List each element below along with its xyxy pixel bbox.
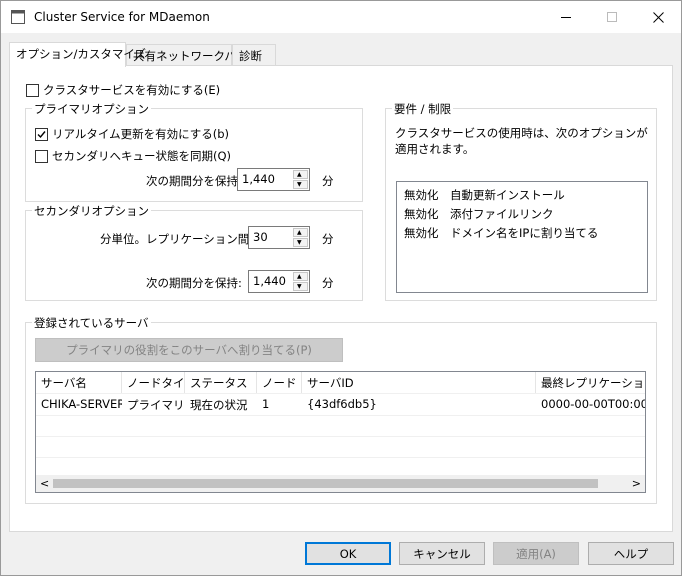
interval-value: 30	[253, 230, 268, 244]
servers-table[interactable]: サーバ名 ノードタイプ ステータス ノード # サーバID 最終レプリケーション…	[35, 371, 646, 493]
column-header[interactable]: 最終レプリケーション	[536, 372, 645, 393]
column-header[interactable]: ステータス	[185, 372, 257, 393]
registered-servers-group: 登録されているサーバ プライマリの役割をこのサーバへ割り当てる(P) サーバ名 …	[25, 315, 657, 504]
requirements-title: 要件 / 制限	[392, 101, 454, 117]
triangle-up-icon: ▲	[297, 171, 302, 178]
app-icon	[11, 10, 25, 24]
help-button[interactable]: ヘルプ	[588, 542, 674, 565]
window-title: Cluster Service for MDaemon	[34, 10, 210, 24]
spin-down-button[interactable]: ▼	[293, 282, 308, 291]
sync-queue-checkbox[interactable]: セカンダリへキュー状態を同期(Q)	[35, 148, 231, 164]
assign-primary-button[interactable]: プライマリの役割をこのサーバへ割り当てる(P)	[35, 338, 343, 362]
interval-stepper[interactable]: 30 ▲ ▼	[248, 226, 310, 249]
enable-cluster-checkbox[interactable]: クラスタサービスを有効にする(E)	[26, 82, 220, 98]
spin-down-button[interactable]: ▼	[293, 180, 308, 189]
spin-up-button[interactable]: ▲	[293, 272, 308, 281]
triangle-down-icon: ▼	[297, 239, 302, 246]
cancel-button[interactable]: キャンセル	[399, 542, 485, 565]
close-icon	[652, 11, 664, 23]
apply-button[interactable]: 適用(A)	[493, 542, 579, 565]
list-item: 無効化 ドメイン名をIPに割り当てる	[404, 226, 599, 240]
table-cell: 1	[262, 397, 270, 411]
triangle-up-icon: ▲	[297, 229, 302, 236]
list-item: 無効化 添付ファイルリンク	[404, 207, 554, 221]
checkmark-icon	[37, 130, 46, 138]
column-header[interactable]: サーバID	[302, 372, 536, 393]
tab-options[interactable]: オプション/カスタマイズ	[9, 42, 146, 67]
column-header[interactable]: ノード #	[257, 372, 302, 393]
minimize-icon	[560, 16, 571, 18]
row-divider	[36, 457, 645, 458]
triangle-down-icon: ▼	[297, 283, 302, 290]
maximize-icon	[606, 11, 617, 22]
triangle-up-icon: ▲	[297, 273, 302, 280]
primary-retain-stepper[interactable]: 1,440 ▲ ▼	[237, 168, 310, 191]
scroll-right-icon[interactable]: >	[632, 477, 641, 490]
column-header[interactable]: ノードタイプ	[122, 372, 185, 393]
enable-cluster-label: クラスタサービスを有効にする(E)	[43, 83, 221, 97]
checkbox-box	[26, 83, 39, 97]
requirements-group: 要件 / 制限 クラスタサービスの使用時は、次のオプションが適用されます。 無効…	[385, 101, 657, 301]
title-bar: Cluster Service for MDaemon	[1, 1, 681, 33]
row-divider	[36, 415, 645, 416]
maximize-button[interactable]	[589, 1, 635, 33]
spin-up-button[interactable]: ▲	[293, 228, 308, 237]
scrollbar-thumb[interactable]	[53, 479, 598, 488]
table-cell: 0000-00-00T00:00:00	[541, 397, 645, 411]
sync-queue-label: セカンダリへキュー状態を同期(Q)	[52, 149, 232, 163]
table-cell: 現在の状況	[190, 398, 248, 412]
checkbox-box	[35, 127, 48, 141]
secondary-retain-stepper[interactable]: 1,440 ▲ ▼	[248, 270, 310, 293]
primary-retain-value: 1,440	[242, 172, 275, 186]
primary-retain-unit: 分	[322, 174, 334, 188]
minimize-button[interactable]	[543, 1, 589, 33]
horizontal-scrollbar[interactable]: < >	[36, 475, 645, 492]
spin-up-button[interactable]: ▲	[293, 170, 308, 179]
registered-servers-title: 登録されているサーバ	[32, 315, 151, 331]
column-header[interactable]: サーバ名	[36, 372, 122, 393]
secondary-retain-unit: 分	[322, 276, 334, 290]
secondary-options-group: セカンダリオプション 分単位。レプリケーション間隔: 30 ▲ ▼ 分 次の期間…	[25, 203, 363, 301]
checkbox-box	[35, 149, 48, 163]
realtime-update-checkbox[interactable]: リアルタイム更新を有効にする(b)	[35, 126, 229, 142]
primary-retain-label: 次の期間分を保持:	[146, 174, 242, 188]
requirements-description: クラスタサービスの使用時は、次のオプションが適用されます。	[395, 126, 648, 156]
interval-label: 分単位。レプリケーション間隔:	[100, 232, 265, 246]
ok-button[interactable]: OK	[305, 542, 391, 565]
table-cell: プライマリ	[127, 398, 185, 412]
spin-down-button[interactable]: ▼	[293, 238, 308, 247]
secondary-retain-value: 1,440	[253, 274, 286, 288]
list-item: 無効化 自動更新インストール	[404, 188, 565, 202]
triangle-down-icon: ▼	[297, 181, 302, 188]
table-cell: CHIKA-SERVER	[41, 397, 122, 411]
realtime-update-label: リアルタイム更新を有効にする(b)	[52, 127, 230, 141]
secondary-options-title: セカンダリオプション	[32, 203, 151, 219]
scroll-left-icon[interactable]: <	[40, 477, 49, 490]
secondary-retain-label: 次の期間分を保持:	[146, 276, 242, 290]
close-button[interactable]	[635, 1, 681, 33]
tab-diagnostics[interactable]: 診断	[232, 44, 276, 66]
dialog-window: Cluster Service for MDaemon オプション/カスタマイズ…	[0, 0, 682, 576]
interval-unit: 分	[322, 232, 334, 246]
primary-options-group: プライマリオプション リアルタイム更新を有効にする(b) セカンダリへキュー状態…	[25, 101, 363, 202]
primary-options-title: プライマリオプション	[32, 101, 151, 117]
tab-panel-options: クラスタサービスを有効にする(E) プライマリオプション リアルタイム更新を有効…	[9, 65, 673, 532]
requirements-list[interactable]: 無効化 自動更新インストール 無効化 添付ファイルリンク 無効化 ドメイン名をI…	[396, 181, 648, 293]
table-cell: {43df6db5}	[307, 397, 377, 411]
row-divider	[36, 436, 645, 437]
